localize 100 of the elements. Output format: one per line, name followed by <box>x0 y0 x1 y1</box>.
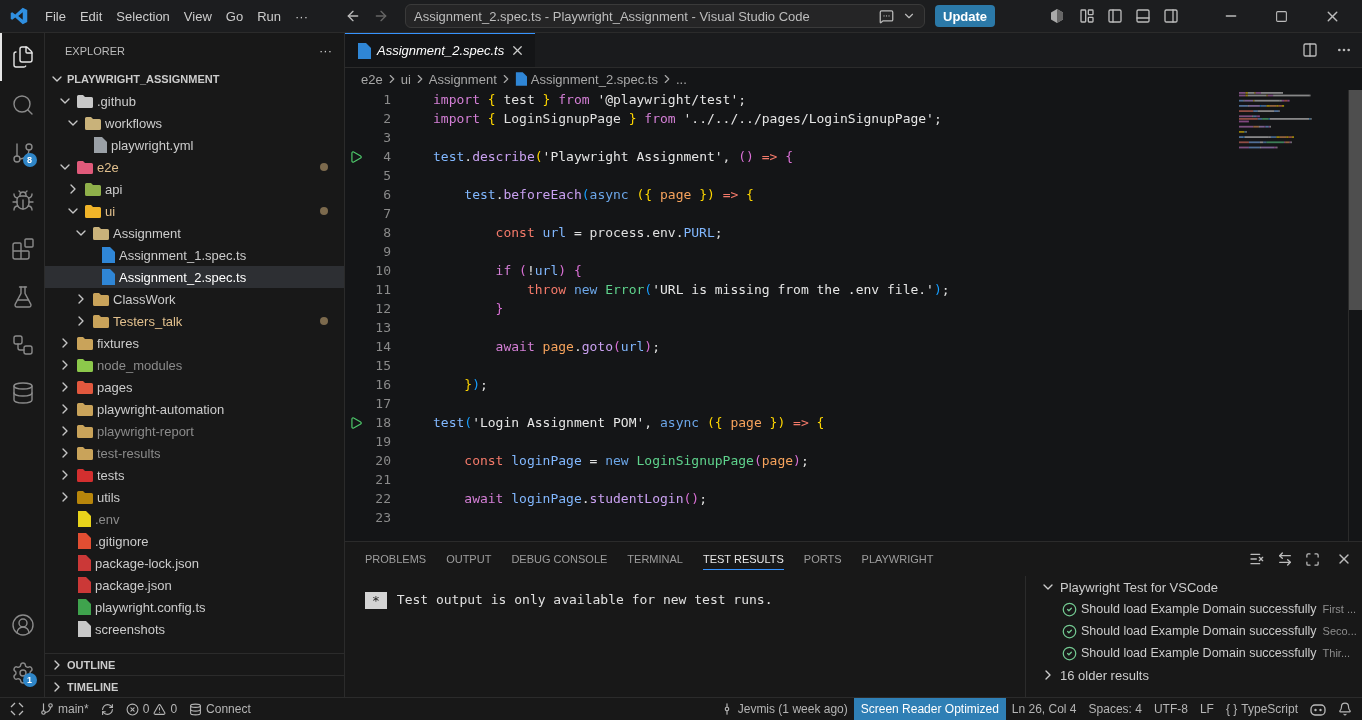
menu-item[interactable]: Go <box>218 8 251 24</box>
toggle-panel-icon[interactable] <box>1135 8 1152 24</box>
tree-item[interactable]: .gitignore <box>45 530 344 552</box>
copilot-icon[interactable] <box>1310 702 1326 716</box>
cursor-position[interactable]: Ln 26, Col 4 <box>1005 698 1083 720</box>
sidebar-title: EXPLORER <box>65 44 125 57</box>
run-test-icon[interactable] <box>349 149 363 164</box>
split-editor-icon[interactable] <box>1302 42 1318 58</box>
menu-item[interactable]: Selection <box>109 8 177 24</box>
menu-item[interactable]: View <box>176 8 219 24</box>
run-test-icon[interactable] <box>349 415 363 430</box>
update-button[interactable]: Update <box>935 5 996 27</box>
more-actions[interactable]: ··· <box>319 43 332 58</box>
tree-item[interactable]: Assignment_2.spec.ts <box>45 266 344 288</box>
output-marker: * <box>365 592 387 609</box>
branch-indicator[interactable]: main* <box>34 698 95 720</box>
breadcrumb[interactable]: e2e <box>361 71 383 87</box>
tree-item[interactable]: playwright-report <box>45 420 344 442</box>
source-control-tab[interactable]: 8 <box>0 129 45 177</box>
line-number: 21 <box>374 472 391 487</box>
menu-item[interactable]: Edit <box>72 8 110 24</box>
tree-item[interactable]: ClassWork <box>45 288 344 310</box>
breadcrumb[interactable]: ... <box>675 71 687 87</box>
menu-item[interactable]: File <box>38 8 73 24</box>
tree-item[interactable]: e2e <box>45 156 344 178</box>
line-number: 19 <box>374 434 391 449</box>
tree-item[interactable]: screenshots <box>45 618 344 640</box>
breadcrumb[interactable]: Assignment_2.spec.ts <box>514 71 658 87</box>
code-line: throw new Error('URL is missing from the .env file.'); <box>525 282 950 297</box>
tree-item[interactable]: fixtures <box>45 332 344 354</box>
clear-results-icon[interactable] <box>1249 551 1265 567</box>
app-logo <box>10 7 28 25</box>
scrollbar-thumb[interactable] <box>1349 90 1362 310</box>
tree-item[interactable]: Assignment_1.spec.ts <box>45 244 344 266</box>
indentation-indicator[interactable]: Spaces: 4 <box>1082 698 1148 720</box>
commit-indicator[interactable]: Jevmis (1 week ago) <box>713 698 854 720</box>
tree-item[interactable]: .env <box>45 508 344 530</box>
tree-item[interactable]: tests <box>45 464 344 486</box>
encoding-indicator[interactable]: UTF-8 <box>1147 698 1194 720</box>
line-number: 14 <box>374 339 391 354</box>
menu-item[interactable]: Run <box>250 8 288 24</box>
tree-item[interactable]: .github <box>45 90 344 112</box>
panel-tab[interactable]: DEBUG CONSOLE <box>511 548 608 570</box>
editor-tab[interactable]: Assignment_2.spec.ts <box>345 33 536 67</box>
panel-tab[interactable]: TERMINAL <box>627 548 683 570</box>
layout-icon[interactable] <box>1079 8 1096 24</box>
tree-item[interactable]: pages <box>45 376 344 398</box>
modified-dot <box>320 207 328 215</box>
section-header[interactable]: OUTLINE <box>45 653 344 675</box>
tree-item[interactable]: ui <box>45 200 344 222</box>
tree-item[interactable]: utils <box>45 486 344 508</box>
older-results[interactable]: 16 older results <box>1026 664 1362 686</box>
tree-item[interactable]: workflows <box>45 112 344 134</box>
code-line: const url = process.env.PURL; <box>494 225 723 240</box>
toggle-sidebar-icon[interactable] <box>1107 8 1124 24</box>
problems-indicator[interactable]: 0 0 <box>119 698 184 720</box>
more-menu[interactable]: ··· <box>288 8 315 24</box>
toggle-secondary-sidebar-icon[interactable] <box>1163 8 1180 24</box>
maximize-icon[interactable] <box>1275 9 1289 23</box>
line-number: 15 <box>374 358 391 373</box>
tree-item[interactable]: test-results <box>45 442 344 464</box>
explorer-icon <box>11 45 35 69</box>
breadcrumb[interactable]: ui <box>400 71 411 87</box>
tree-item[interactable]: package.json <box>45 574 344 596</box>
line-number: 11 <box>374 282 391 297</box>
tree-item[interactable]: playwright.config.ts <box>45 596 344 618</box>
panel-tab[interactable]: OUTPUT <box>446 548 492 570</box>
tree-item[interactable]: Assignment <box>45 222 344 244</box>
back-icon[interactable] <box>345 8 361 24</box>
result-item[interactable]: Should load Example Domain successfully First ... <box>1026 598 1362 620</box>
tree-item[interactable]: node_modules <box>45 354 344 376</box>
tree-item[interactable]: api <box>45 178 344 200</box>
settings-button[interactable]: 1 <box>0 649 45 697</box>
tree-item[interactable]: package-lock.json <box>45 552 344 574</box>
chat-icon[interactable] <box>879 8 894 24</box>
maximize-panel-icon[interactable] <box>1305 551 1320 567</box>
notifications-icon[interactable] <box>1338 702 1352 716</box>
result-item[interactable]: Should load Example Domain successfully Thir... <box>1026 642 1362 664</box>
panel-tab[interactable]: PROBLEMS <box>365 548 427 570</box>
sync-icon[interactable] <box>100 702 114 716</box>
swap-icon[interactable] <box>1277 551 1293 567</box>
eol-indicator[interactable]: LF <box>1193 698 1220 720</box>
panel-tab[interactable]: PORTS <box>803 548 842 570</box>
panel-tab[interactable]: PLAYWRIGHT <box>861 548 934 570</box>
breadcrumb[interactable]: Assignment <box>428 71 497 87</box>
panel-tab[interactable]: TEST RESULTS <box>702 548 784 570</box>
tree-item[interactable]: playwright-automation <box>45 398 344 420</box>
command-center[interactable]: Assignment_2.spec.ts - Playwright_Assignment - Visual Studio Code <box>405 4 925 28</box>
cube-icon[interactable] <box>1049 8 1066 24</box>
screen-reader-indicator[interactable]: Screen Reader Optimized <box>853 698 1006 720</box>
tree-item[interactable]: Testers_talk <box>45 310 344 332</box>
workspace-header[interactable]: PLAYWRIGHT_ASSIGNMENT <box>45 68 344 90</box>
connect-indicator[interactable]: Connect <box>183 698 257 720</box>
result-group[interactable]: Playwright Test for VSCode <box>1026 576 1362 598</box>
code-line: await loginPage.studentLogin(); <box>463 491 707 506</box>
language-indicator[interactable]: { } TypeScript <box>1219 698 1304 720</box>
result-item[interactable]: Should load Example Domain successfully Seco... <box>1026 620 1362 642</box>
tree-item[interactable]: playwright.yml <box>45 134 344 156</box>
settings-icon <box>11 661 35 685</box>
forward-icon[interactable] <box>373 8 389 24</box>
